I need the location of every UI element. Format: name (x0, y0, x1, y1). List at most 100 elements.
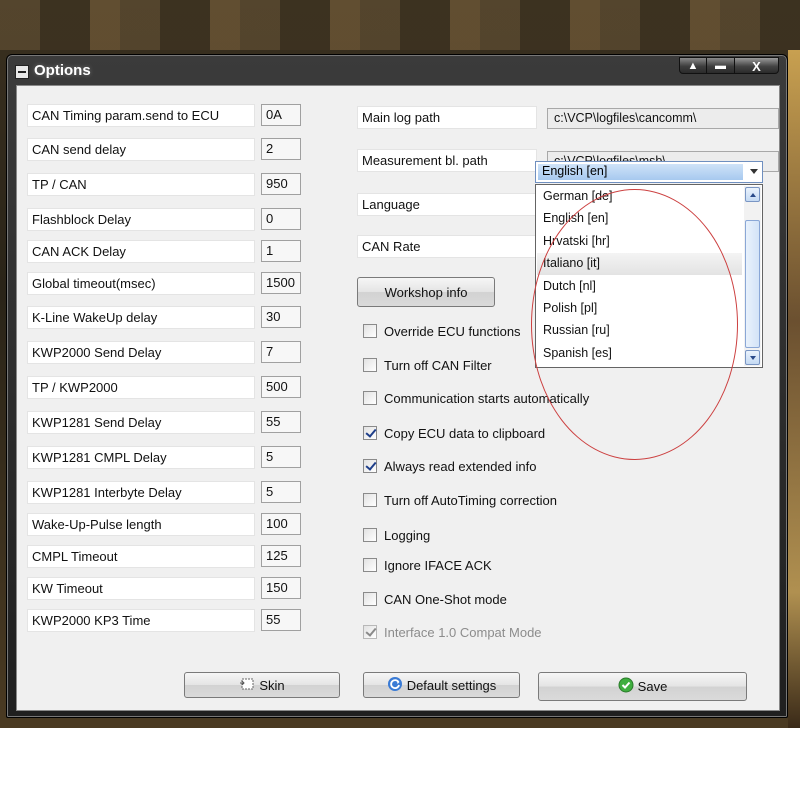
param-label: CAN send delay (27, 138, 255, 161)
scroll-thumb[interactable] (745, 220, 760, 348)
refresh-icon (387, 676, 403, 695)
param-label: K-Line WakeUp delay (27, 306, 255, 329)
param-value-input[interactable]: 1 (261, 240, 301, 262)
options-window: Options ▲ ▬ X CAN Timing param.send to E… (6, 54, 788, 718)
skin-label: Skin (259, 677, 285, 693)
rollup-button[interactable]: ▲ (679, 57, 707, 74)
dropdown-scrollbar[interactable] (744, 186, 761, 366)
checkbox-label: Turn off AutoTiming correction (384, 492, 557, 508)
checkbox[interactable] (363, 391, 377, 405)
save-label: Save (637, 679, 668, 694)
scroll-down-button[interactable] (745, 350, 760, 365)
param-value-input[interactable]: 55 (261, 411, 301, 433)
title-bar[interactable]: Options ▲ ▬ X (7, 55, 787, 85)
close-button[interactable]: X (735, 57, 779, 74)
language-label: Language (357, 193, 537, 216)
language-option[interactable]: German [de] (537, 186, 742, 208)
param-value-input[interactable]: 500 (261, 376, 301, 398)
save-button[interactable]: Save (538, 672, 747, 701)
option-checkbox-row: Interface 1.0 Compat Mode (363, 623, 542, 641)
workshop-info-button[interactable]: Workshop info (357, 277, 495, 307)
default-settings-button[interactable]: Default settings (363, 672, 520, 698)
option-checkbox-row[interactable]: Copy ECU data to clipboard (363, 424, 545, 442)
can-rate-label: CAN Rate (357, 235, 537, 258)
language-dropdown-list: German [de] English [en] Hrvatski [hr] Ital… (535, 184, 763, 368)
window-controls: ▲ ▬ X (679, 57, 779, 75)
param-label: KW Timeout (27, 577, 255, 600)
check-icon (618, 677, 634, 696)
chevron-down-icon[interactable] (750, 169, 758, 174)
option-checkbox-row[interactable]: Override ECU functions (363, 322, 521, 340)
checkbox-label: Interface 1.0 Compat Mode (384, 624, 542, 640)
checkbox-label: Ignore IFACE ACK (384, 557, 492, 573)
param-value-input[interactable]: 30 (261, 306, 301, 328)
language-option[interactable]: English [en] (537, 208, 742, 230)
param-value-input[interactable]: 5 (261, 481, 301, 503)
scroll-up-button[interactable] (745, 187, 760, 202)
language-select[interactable]: English [en] (535, 161, 763, 183)
measurement-path-label: Measurement bl. path (357, 149, 537, 172)
param-value-input[interactable]: 100 (261, 513, 301, 535)
checkbox[interactable] (363, 426, 377, 440)
minimize-button[interactable]: ▬ (707, 57, 735, 74)
main-log-path-label: Main log path (357, 106, 537, 129)
param-value-input[interactable]: 950 (261, 173, 301, 195)
arrow-up-icon (750, 193, 756, 197)
language-option[interactable]: Spanish [es] (537, 343, 742, 365)
param-label: KWP2000 Send Delay (27, 341, 255, 364)
language-option[interactable]: Dutch [nl] (537, 276, 742, 298)
language-option[interactable]: Italiano [it] (537, 253, 742, 276)
system-menu-icon[interactable] (15, 65, 29, 79)
param-value-input[interactable]: 1500 (261, 272, 301, 294)
param-label: TP / CAN (27, 173, 255, 196)
param-label: KWP1281 Send Delay (27, 411, 255, 434)
param-value-input[interactable]: 150 (261, 577, 301, 599)
main-log-path-field[interactable]: c:\VCP\logfiles\cancomm\ (547, 108, 779, 129)
param-value-input[interactable]: 0A (261, 104, 301, 126)
option-checkbox-row[interactable]: Always read extended info (363, 457, 536, 475)
workshop-info-label: Workshop info (384, 284, 468, 300)
option-checkbox-row[interactable]: Turn off AutoTiming correction (363, 491, 557, 509)
checkbox[interactable] (363, 528, 377, 542)
param-label: TP / KWP2000 (27, 376, 255, 399)
option-checkbox-row[interactable]: Turn off CAN Filter (363, 356, 492, 374)
language-option[interactable]: Russian [ru] (537, 320, 742, 342)
checkbox[interactable] (363, 358, 377, 372)
arrow-down-icon (750, 356, 756, 360)
checkbox[interactable] (363, 324, 377, 338)
param-value-input[interactable]: 55 (261, 609, 301, 631)
desktop-edge (788, 50, 800, 728)
checkbox-label: Override ECU functions (384, 323, 521, 339)
param-value-input[interactable]: 7 (261, 341, 301, 363)
default-settings-label: Default settings (406, 677, 497, 693)
param-value-input[interactable]: 2 (261, 138, 301, 160)
param-label: CAN Timing param.send to ECU (27, 104, 255, 127)
param-label: CMPL Timeout (27, 545, 255, 568)
language-selected-value: English [en] (538, 164, 743, 180)
option-checkbox-row[interactable]: Communication starts automatically (363, 389, 589, 407)
skin-icon (239, 677, 255, 694)
language-option[interactable]: Polish [pl] (537, 298, 742, 320)
checkbox[interactable] (363, 459, 377, 473)
param-value-input[interactable]: 0 (261, 208, 301, 230)
param-label: Wake-Up-Pulse length (27, 513, 255, 536)
checkbox-label: Communication starts automatically (384, 390, 590, 406)
skin-button[interactable]: Skin (184, 672, 340, 698)
checkbox-label: Always read extended info (384, 458, 537, 474)
checkbox[interactable] (363, 592, 377, 606)
option-checkbox-row[interactable]: Ignore IFACE ACK (363, 556, 492, 574)
option-checkbox-row[interactable]: Logging (363, 526, 430, 544)
checkbox-label: CAN One-Shot mode (384, 591, 507, 607)
checkbox-label: Logging (384, 527, 431, 543)
desktop-strip (0, 0, 800, 50)
param-value-input[interactable]: 125 (261, 545, 301, 567)
param-value-input[interactable]: 5 (261, 446, 301, 468)
checkbox-label: Copy ECU data to clipboard (384, 425, 546, 441)
option-checkbox-row[interactable]: CAN One-Shot mode (363, 590, 507, 608)
language-option[interactable]: Hrvatski [hr] (537, 231, 742, 253)
param-label: Flashblock Delay (27, 208, 255, 231)
checkbox[interactable] (363, 493, 377, 507)
param-label: CAN ACK Delay (27, 240, 255, 263)
param-label: KWP1281 CMPL Delay (27, 446, 255, 469)
checkbox[interactable] (363, 558, 377, 572)
